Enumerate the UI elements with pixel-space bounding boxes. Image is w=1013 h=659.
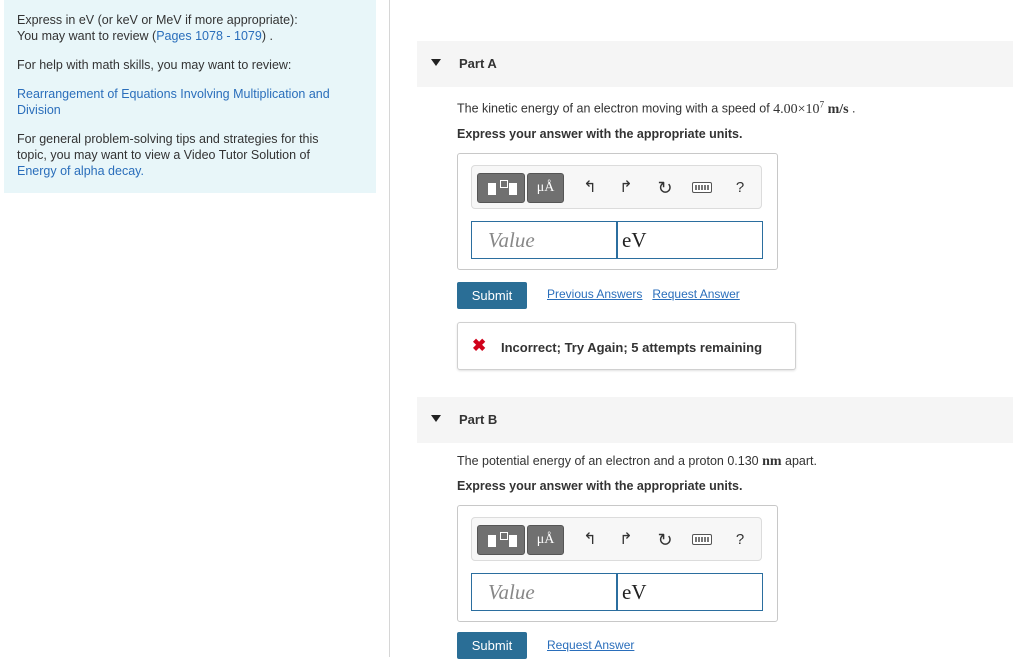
- keyboard-icon[interactable]: [692, 534, 712, 545]
- submit-button[interactable]: Submit: [457, 282, 527, 309]
- template-icon: [488, 183, 496, 195]
- submit-button[interactable]: Submit: [457, 632, 527, 659]
- express-units-note: Express in eV (or keV or MeV if more app…: [17, 13, 298, 27]
- help-icon[interactable]: ?: [730, 530, 750, 550]
- unit-input[interactable]: eV: [617, 573, 763, 611]
- templates-button[interactable]: [477, 525, 525, 555]
- help-icon[interactable]: ?: [730, 178, 750, 198]
- part-b-header[interactable]: Part B: [417, 397, 1013, 443]
- part-b-instruction: Express your answer with the appropriate…: [457, 479, 743, 493]
- unit-input[interactable]: eV: [617, 221, 763, 259]
- templates-button[interactable]: [477, 173, 525, 203]
- reset-icon[interactable]: ↻: [655, 530, 675, 550]
- part-a-header[interactable]: Part A: [417, 41, 1013, 87]
- units-button[interactable]: μÅ: [527, 173, 564, 203]
- feedback-message: ✖ Incorrect; Try Again; 5 attempts remai…: [457, 322, 796, 370]
- redo-icon[interactable]: ↱: [616, 530, 636, 550]
- part-b-question: The potential energy of an electron and …: [457, 454, 817, 469]
- units-button[interactable]: μÅ: [527, 525, 564, 555]
- value-input[interactable]: Value: [471, 573, 617, 611]
- part-b-answer-box: μÅ ↰ ↱ ↻ ? Value eV: [457, 505, 778, 622]
- math-help-link[interactable]: Rearrangement of Equations Involving Mul…: [17, 86, 363, 118]
- part-a-instruction: Express your answer with the appropriate…: [457, 127, 743, 141]
- previous-answers-link[interactable]: Previous Answers: [547, 287, 642, 301]
- reset-icon[interactable]: ↻: [655, 178, 675, 198]
- part-a-title: Part A: [459, 56, 497, 71]
- part-a-links: Previous Answers Request Answer: [547, 287, 750, 301]
- keyboard-icon[interactable]: [692, 182, 712, 193]
- math-help-note: For help with math skills, you may want …: [17, 58, 292, 72]
- undo-icon[interactable]: ↰: [580, 530, 600, 550]
- collapse-triangle-icon[interactable]: [431, 59, 441, 66]
- collapse-triangle-icon[interactable]: [431, 415, 441, 422]
- column-divider: [389, 0, 390, 657]
- part-b-links: Request Answer: [547, 638, 644, 652]
- incorrect-icon: ✖: [472, 336, 487, 355]
- redo-icon[interactable]: ↱: [616, 178, 636, 198]
- request-answer-link[interactable]: Request Answer: [547, 638, 634, 652]
- request-answer-link[interactable]: Request Answer: [652, 287, 739, 301]
- value-input[interactable]: Value: [471, 221, 617, 259]
- review-pages-link[interactable]: Pages 1078 - 1079: [156, 29, 262, 43]
- template-icon: [488, 535, 496, 547]
- part-a-math-toolbar: μÅ ↰ ↱ ↻ ?: [471, 165, 762, 209]
- part-a-answer-box: μÅ ↰ ↱ ↻ ? Value eV: [457, 153, 778, 270]
- undo-icon[interactable]: ↰: [580, 178, 600, 198]
- part-b-title: Part B: [459, 412, 498, 427]
- review-note: You may want to review (Pages 1078 - 107…: [17, 29, 273, 43]
- help-sidebar: Express in eV (or keV or MeV if more app…: [4, 0, 376, 193]
- part-b-math-toolbar: μÅ ↰ ↱ ↻ ?: [471, 517, 762, 561]
- tips-note: For general problem-solving tips and str…: [17, 132, 319, 178]
- video-tutor-link[interactable]: Energy of alpha decay.: [17, 164, 144, 178]
- part-a-question: The kinetic energy of an electron moving…: [457, 99, 856, 117]
- feedback-text: Incorrect; Try Again; 5 attempts remaini…: [501, 340, 763, 355]
